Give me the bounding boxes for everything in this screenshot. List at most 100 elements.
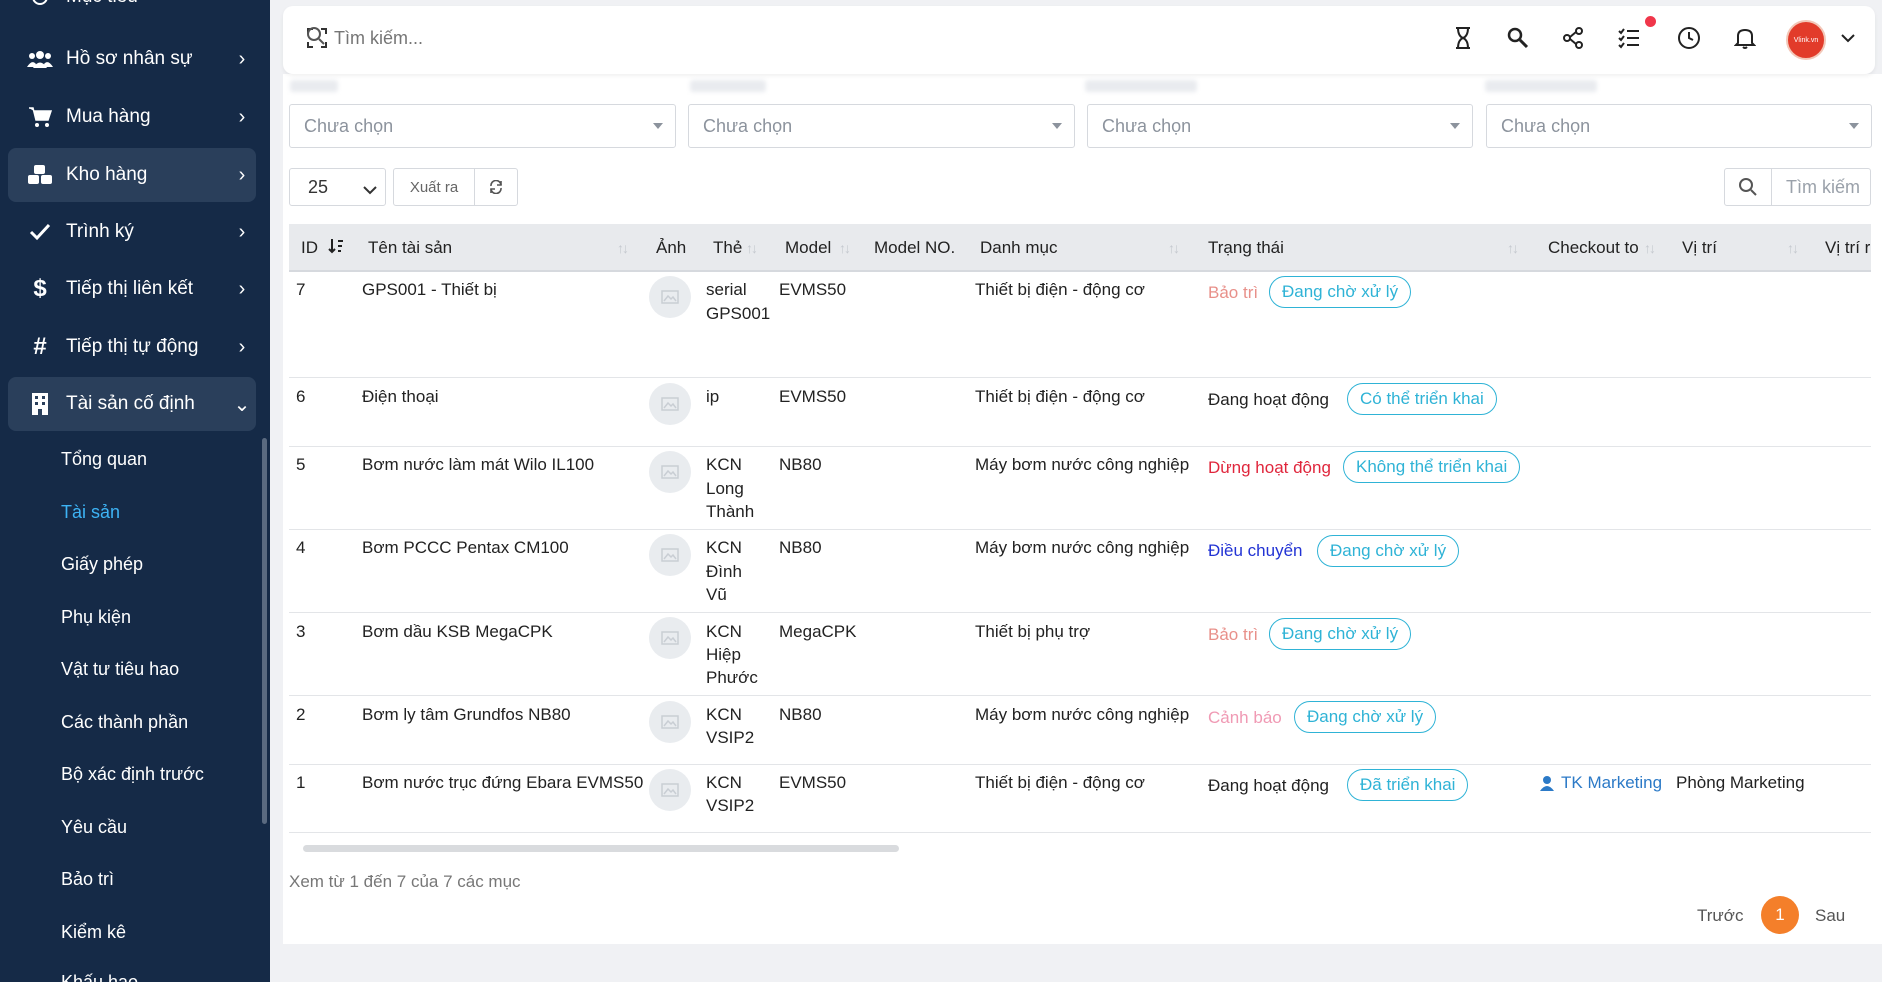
filter-labels-blurred bbox=[290, 80, 1870, 96]
cell-id: 1 bbox=[296, 773, 306, 792]
cell-id: 2 bbox=[296, 705, 306, 724]
sidebar-item-mua-hang[interactable]: Mua hàng › bbox=[8, 90, 256, 144]
col-location-2[interactable]: Vị trí r bbox=[1825, 238, 1871, 258]
sidebar-subitem-khau-hao[interactable]: Khấu hao bbox=[61, 972, 138, 982]
table-search-input[interactable]: Tìm kiếm bbox=[1771, 168, 1871, 206]
sidebar-subitem-vat-tu-tieu-hao[interactable]: Vật tư tiêu hao bbox=[61, 659, 179, 680]
cell-name[interactable]: Bơm PCCC Pentax CM100 bbox=[362, 536, 569, 559]
sidebar-subitem-tong-quan[interactable]: Tổng quan bbox=[61, 449, 147, 470]
col-tag[interactable]: Thẻ bbox=[713, 238, 742, 258]
hash-icon: # bbox=[33, 333, 47, 360]
sidebar-scrollbar[interactable] bbox=[262, 438, 267, 824]
page-size-select[interactable]: 25 bbox=[289, 168, 386, 206]
building-icon bbox=[20, 392, 60, 416]
share-icon[interactable] bbox=[1559, 24, 1587, 52]
cell-tag: Vũ bbox=[706, 585, 727, 604]
user-avatar[interactable]: Vlink.vn bbox=[1786, 20, 1826, 60]
cell-name[interactable]: Điện thoại bbox=[362, 385, 439, 408]
col-model[interactable]: Model bbox=[785, 238, 831, 258]
sort-icon[interactable]: ↑↓ bbox=[839, 240, 851, 256]
sort-icon[interactable]: ↑↓ bbox=[746, 240, 758, 256]
cell-tag: GPS001 bbox=[706, 304, 771, 323]
cell-name[interactable]: Bơm nước trục đứng Ebara EVMS50 bbox=[362, 771, 643, 794]
refresh-button[interactable] bbox=[474, 168, 518, 206]
cell-tag: KCN bbox=[706, 538, 742, 557]
sidebar-item-kho-hang[interactable]: Kho hàng › bbox=[8, 148, 256, 202]
sidebar-subitem-kiem-ke[interactable]: Kiểm kê bbox=[61, 922, 126, 943]
top-search[interactable] bbox=[306, 26, 634, 51]
image-placeholder-icon bbox=[649, 769, 691, 811]
cell-name[interactable]: Bơm nước làm mát Wilo IL100 bbox=[362, 453, 594, 476]
cell-model: EVMS50 bbox=[779, 280, 847, 299]
sidebar-item-label: Trình ký bbox=[66, 221, 134, 242]
search-zoom-icon[interactable] bbox=[1504, 24, 1532, 52]
col-name[interactable]: Tên tài sản bbox=[368, 238, 452, 258]
chevron-right-icon: › bbox=[238, 47, 246, 70]
sidebar-item-label: Tài sản cố định bbox=[66, 393, 195, 414]
sidebar-subitem-cac-thanh-phan[interactable]: Các thành phần bbox=[61, 712, 188, 733]
cell-name[interactable]: GPS001 - Thiết bị bbox=[362, 278, 497, 301]
cell-tag: KCN bbox=[706, 773, 742, 792]
sidebar-subitem-bao-tri[interactable]: Bảo trì bbox=[61, 869, 114, 890]
caret-down-icon bbox=[1450, 123, 1460, 129]
filter-select-2[interactable]: Chưa chọn bbox=[688, 104, 1075, 148]
status-label: Bảo trì bbox=[1208, 283, 1259, 302]
hourglass-icon[interactable] bbox=[1449, 24, 1477, 52]
col-model-no[interactable]: Model NO. bbox=[874, 238, 955, 258]
cell-model: NB80 bbox=[779, 538, 822, 557]
bell-icon[interactable] bbox=[1731, 24, 1759, 52]
sidebar-item-tai-san-co-dinh[interactable]: Tài sản cố định ⌄ bbox=[8, 377, 256, 431]
col-category[interactable]: Danh mục bbox=[980, 238, 1057, 258]
cell-tag: Đình bbox=[706, 562, 742, 581]
cell-tag: VSIP2 bbox=[706, 728, 755, 747]
sort-icon[interactable]: ↑↓ bbox=[617, 240, 629, 256]
sort-icon[interactable]: ↑↓ bbox=[1507, 240, 1519, 256]
sidebar-item-tiep-thi-lien-ket[interactable]: $ Tiếp thị liên kết › bbox=[8, 262, 256, 316]
sort-icon[interactable]: ↑↓ bbox=[1644, 240, 1656, 256]
sidebar-subitem-tai-san[interactable]: Tài sản bbox=[61, 502, 120, 523]
cell-tag: ip bbox=[706, 387, 720, 406]
sidebar-subitem-yeu-cau[interactable]: Yêu cầu bbox=[61, 817, 127, 838]
table-horizontal-scrollbar[interactable] bbox=[303, 845, 899, 852]
export-button[interactable]: Xuất ra bbox=[393, 168, 475, 206]
checkout-user-link[interactable]: TK Marketing bbox=[1539, 771, 1662, 794]
col-checkout[interactable]: Checkout to bbox=[1548, 238, 1639, 258]
filter-select-4[interactable]: Chưa chọn bbox=[1486, 104, 1872, 148]
cell-name[interactable]: Bơm dầu KSB MegaCPK bbox=[362, 620, 553, 643]
pagination-next[interactable]: Sau bbox=[1815, 906, 1845, 926]
sort-desc-icon[interactable] bbox=[328, 237, 344, 260]
table-search-button[interactable] bbox=[1724, 168, 1772, 206]
col-id[interactable]: ID bbox=[301, 238, 318, 258]
clock-icon[interactable] bbox=[1675, 24, 1703, 52]
sidebar-item-ho-so-nhan-su[interactable]: Hồ sơ nhân sự › bbox=[8, 32, 256, 86]
pagination-prev[interactable]: Trước bbox=[1697, 906, 1743, 926]
task-list-icon[interactable] bbox=[1615, 24, 1643, 52]
status-pill: Đã triển khai bbox=[1347, 769, 1469, 801]
col-status[interactable]: Trạng thái bbox=[1208, 238, 1284, 258]
cell-name[interactable]: Bơm ly tâm Grundfos NB80 bbox=[362, 703, 571, 726]
filter-select-1[interactable]: Chưa chọn bbox=[289, 104, 676, 148]
status-pill: Có thể triển khai bbox=[1347, 383, 1497, 415]
pagination-summary: Xem từ 1 đến 7 của 7 các mục bbox=[289, 872, 521, 891]
sidebar-item-trinh-ky[interactable]: Trình ký › bbox=[8, 205, 256, 259]
status-label: Đang hoạt động bbox=[1208, 390, 1329, 409]
chevron-down-icon[interactable] bbox=[1834, 24, 1862, 52]
sidebar-subitem-giay-phep[interactable]: Giấy phép bbox=[61, 554, 143, 575]
sidebar-item-muc-tieu[interactable]: Mục tiêu bbox=[8, 0, 256, 12]
pagination-page-current[interactable]: 1 bbox=[1761, 896, 1799, 934]
sidebar-subitem-phu-kien[interactable]: Phụ kiện bbox=[61, 607, 131, 628]
cell-tag: KCN bbox=[706, 622, 742, 641]
chevron-right-icon: › bbox=[238, 105, 246, 128]
sort-icon[interactable]: ↑↓ bbox=[1787, 240, 1799, 256]
chevron-right-icon: › bbox=[238, 277, 246, 300]
sidebar-item-label: Hồ sơ nhân sự bbox=[66, 48, 193, 69]
users-icon bbox=[20, 49, 60, 69]
sort-icon[interactable]: ↑↓ bbox=[1168, 240, 1180, 256]
col-location[interactable]: Vị trí bbox=[1682, 238, 1717, 258]
filter-select-3[interactable]: Chưa chọn bbox=[1087, 104, 1473, 148]
sidebar-item-tiep-thi-tu-dong[interactable]: # Tiếp thị tự động › bbox=[8, 320, 256, 374]
top-search-input[interactable] bbox=[334, 28, 634, 49]
col-image[interactable]: Ảnh bbox=[656, 238, 686, 258]
cell-model: MegaCPK bbox=[779, 622, 857, 641]
sidebar-subitem-bo-xac-dinh-truoc[interactable]: Bộ xác định trước bbox=[61, 764, 204, 785]
